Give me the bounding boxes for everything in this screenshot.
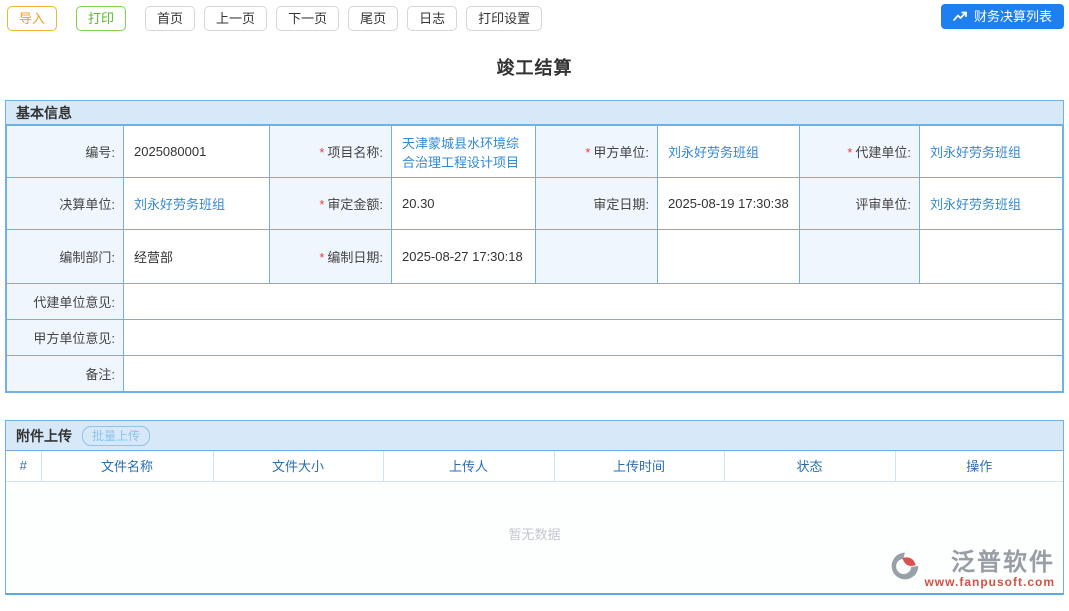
page-title: 竣工结算	[0, 54, 1069, 80]
required-marker: *	[319, 250, 324, 265]
column-header-uploader: 上传人	[383, 451, 554, 481]
attachments-section-header: 附件上传 批量上传	[6, 421, 1063, 451]
field-value-prep-date[interactable]: 2025-08-27 17:30:18	[392, 230, 536, 284]
attachments-section-title: 附件上传	[16, 428, 72, 444]
empty-label-cell	[800, 230, 920, 284]
column-header-upload-time: 上传时间	[554, 451, 724, 481]
field-label-settlement-unit: 决算单位:	[7, 178, 124, 230]
field-label-prep-department: 编制部门:	[7, 230, 124, 284]
required-marker: *	[319, 197, 324, 212]
field-value-number[interactable]: 2025080001	[124, 126, 270, 178]
finance-settlement-list-label: 财务决算列表	[974, 9, 1052, 24]
field-value-review-unit: 刘永好劳务班组	[920, 178, 1063, 230]
column-header-file-name: 文件名称	[41, 451, 213, 481]
field-value-approved-amount[interactable]: 20.30	[392, 178, 536, 230]
print-button[interactable]: 打印	[76, 6, 126, 31]
required-marker: *	[585, 145, 590, 160]
first-page-button[interactable]: 首页	[145, 6, 195, 31]
finance-settlement-list-button[interactable]: 财务决算列表	[941, 4, 1064, 29]
field-value-agent-unit-opinion[interactable]	[124, 284, 1063, 320]
basic-info-section-title: 基本信息	[6, 101, 1063, 125]
fanpu-watermark-text: 泛普软件 www.fanpusoft.com	[924, 550, 1055, 589]
required-marker: *	[319, 145, 324, 160]
field-label-party-a-opinion: 甲方单位意见:	[7, 320, 124, 356]
field-value-approval-date[interactable]: 2025-08-19 17:30:38	[658, 178, 800, 230]
trend-up-icon	[953, 10, 968, 23]
field-label-approved-amount: *审定金额:	[270, 178, 392, 230]
toolbar: 导入 打印 首页 上一页 下一页 尾页 日志 打印设置 财务决算列表	[0, 0, 1069, 32]
field-value-remarks[interactable]	[124, 356, 1063, 392]
last-page-button[interactable]: 尾页	[348, 6, 398, 31]
field-label-review-unit: 评审单位:	[800, 178, 920, 230]
empty-value-cell	[658, 230, 800, 284]
review-unit-link[interactable]: 刘永好劳务班组	[930, 197, 1021, 212]
attachments-empty-area: 暂无数据 泛普软件 www.fanpusoft.com	[6, 482, 1063, 593]
field-value-party-a-unit: 刘永好劳务班组	[658, 126, 800, 178]
log-button[interactable]: 日志	[407, 6, 457, 31]
next-page-button[interactable]: 下一页	[276, 6, 339, 31]
empty-label-cell	[536, 230, 658, 284]
batch-upload-button[interactable]: 批量上传	[82, 426, 150, 446]
field-label-agent-unit: *代建单位:	[800, 126, 920, 178]
field-label-remarks: 备注:	[7, 356, 124, 392]
field-label-party-a-unit: *甲方单位:	[536, 126, 658, 178]
column-header-actions: 操作	[895, 451, 1063, 481]
column-header-index: #	[6, 451, 41, 481]
fanpu-brand-name: 泛普软件	[951, 550, 1055, 576]
party-a-unit-link[interactable]: 刘永好劳务班组	[668, 145, 759, 160]
empty-value-cell	[920, 230, 1063, 284]
field-label-prep-date: *编制日期:	[270, 230, 392, 284]
field-value-prep-department[interactable]: 经营部	[124, 230, 270, 284]
settlement-unit-link[interactable]: 刘永好劳务班组	[134, 197, 225, 212]
field-value-party-a-opinion[interactable]	[124, 320, 1063, 356]
column-header-file-size: 文件大小	[213, 451, 383, 481]
field-label-agent-unit-opinion: 代建单位意见:	[7, 284, 124, 320]
fanpu-website-url: www.fanpusoft.com	[924, 576, 1055, 589]
attachments-table: # 文件名称 文件大小 上传人 上传时间 状态 操作	[6, 451, 1063, 482]
print-settings-button[interactable]: 打印设置	[466, 6, 542, 31]
field-label-project-name: *项目名称:	[270, 126, 392, 178]
field-label-number: 编号:	[7, 126, 124, 178]
basic-info-panel: 基本信息 编号: 2025080001 *项目名称: 天津蒙城县水环境综合治理工…	[5, 100, 1064, 393]
project-name-link[interactable]: 天津蒙城县水环境综合治理工程设计项目	[402, 136, 519, 170]
attachments-panel: 附件上传 批量上传 # 文件名称 文件大小 上传人 上传时间 状态 操作 暂无数…	[5, 420, 1064, 595]
column-header-status: 状态	[724, 451, 895, 481]
empty-state-text: 暂无数据	[6, 482, 1063, 543]
agent-unit-link[interactable]: 刘永好劳务班组	[930, 145, 1021, 160]
fanpu-watermark: 泛普软件 www.fanpusoft.com	[889, 550, 1055, 589]
fanpu-logo-icon	[889, 550, 921, 582]
field-value-project-name: 天津蒙城县水环境综合治理工程设计项目	[392, 126, 536, 178]
field-label-approval-date: 审定日期:	[536, 178, 658, 230]
field-value-settlement-unit: 刘永好劳务班组	[124, 178, 270, 230]
basic-info-table: 编号: 2025080001 *项目名称: 天津蒙城县水环境综合治理工程设计项目…	[6, 125, 1063, 392]
prev-page-button[interactable]: 上一页	[204, 6, 267, 31]
required-marker: *	[847, 145, 852, 160]
import-button[interactable]: 导入	[7, 6, 57, 31]
field-value-agent-unit: 刘永好劳务班组	[920, 126, 1063, 178]
